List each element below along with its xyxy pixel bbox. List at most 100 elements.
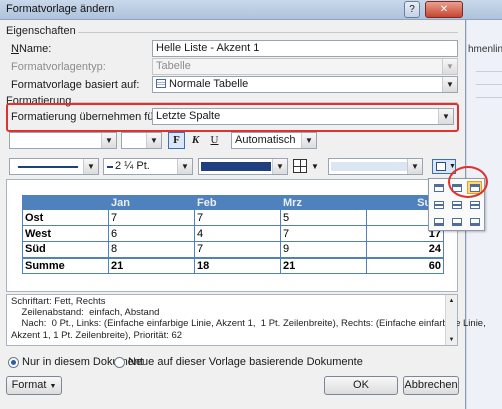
style-type-select[interactable]: Tabelle ▼	[152, 58, 458, 75]
background-panel-text: hmenlinie	[468, 44, 502, 55]
new-documents-label: Neue auf dieser Vorlage basierende Dokum…	[128, 356, 363, 368]
style-type-value: Tabelle	[156, 60, 191, 72]
table-cell: 7	[194, 209, 281, 226]
new-documents-radio[interactable]	[114, 357, 125, 368]
align-bottom-right-button[interactable]	[467, 215, 482, 228]
align-icon	[470, 201, 480, 209]
chevron-down-icon: ▼	[101, 133, 116, 148]
align-middle-center-button[interactable]	[449, 198, 464, 211]
only-document-radio[interactable]	[8, 357, 19, 368]
help-button[interactable]: ?	[404, 1, 420, 18]
header-cell: Mrz	[280, 195, 367, 210]
chevron-down-icon: ▼	[442, 77, 457, 92]
font-color-select[interactable]: Automatisch ▼	[231, 132, 317, 149]
italic-button[interactable]: K	[187, 132, 204, 149]
apply-to-select[interactable]: Letzte Spalte ▼	[152, 108, 454, 125]
line-width-select[interactable]: 2 ¼ Pt. ▼	[103, 158, 193, 175]
table-cell: 24	[366, 241, 444, 258]
background-row	[476, 60, 502, 72]
table-cell: 8	[108, 241, 195, 258]
name-field[interactable]: Helle Liste - Akzent 1	[152, 40, 458, 57]
style-description: Schriftart: Fett, Rechts Zeilenabstand: …	[6, 294, 486, 346]
table-cell: 60	[366, 256, 444, 274]
table-total-row: Summe 21 18 21 60	[22, 256, 444, 274]
align-icon	[434, 184, 444, 192]
chevron-up-icon[interactable]: ▲	[447, 296, 456, 304]
close-button[interactable]: ✕	[425, 1, 463, 18]
align-bottom-left-button[interactable]	[431, 215, 446, 228]
chevron-down-icon: ▼	[49, 383, 57, 390]
format-button[interactable]: Format ▼	[6, 376, 62, 395]
row-label: Summe	[22, 256, 109, 274]
chevron-down-icon[interactable]: ▼	[447, 335, 456, 343]
align-middle-left-button[interactable]	[431, 198, 446, 211]
table-cell: 7	[108, 209, 195, 226]
ok-button[interactable]: OK	[324, 376, 398, 395]
row-label: West	[22, 225, 109, 242]
table-header-row: Jan Feb Mrz Sum	[22, 195, 444, 210]
table-row: Ost 7 7 5	[22, 209, 444, 226]
preview-table: Jan Feb Mrz Sum Ost 7 7 5 West 6 4 7 17 …	[22, 195, 444, 274]
line-style-preview	[18, 166, 78, 168]
align-icon	[452, 201, 462, 209]
based-on-value: Normale Tabelle	[169, 78, 249, 90]
table-icon	[156, 79, 166, 88]
cell-align-icon	[436, 162, 446, 171]
highlight-circle	[448, 166, 488, 198]
table-cell: 5	[280, 209, 367, 226]
font-color-value: Automatisch	[235, 134, 296, 146]
font-size-select[interactable]: ▼	[121, 132, 162, 149]
chevron-down-icon: ▼	[272, 159, 287, 174]
line-width-preview	[107, 166, 113, 168]
window-title: Formatvorlage ändern	[6, 3, 115, 15]
description-line: Schriftart: Fett, Rechts	[11, 296, 106, 307]
align-icon	[434, 201, 444, 209]
format-button-label: Format	[11, 379, 47, 391]
table-cell: 21	[280, 256, 367, 274]
table-row: West 6 4 7 17	[22, 225, 444, 242]
chevron-down-icon: ▼	[438, 109, 453, 124]
based-on-label: Formatvorlage basiert auf:	[11, 79, 140, 91]
chevron-down-icon: ▼	[146, 133, 161, 148]
line-color-swatch	[201, 162, 271, 171]
font-name-select[interactable]: ▼	[9, 132, 117, 149]
align-icon	[470, 218, 480, 226]
description-scrollbar[interactable]: ▲ ▼	[445, 295, 457, 345]
bold-button[interactable]: F	[168, 132, 185, 149]
cancel-button[interactable]: Abbrechen	[403, 376, 459, 395]
header-cell	[22, 195, 109, 210]
table-row: Süd 8 7 9 24	[22, 241, 444, 258]
table-cell: 6	[108, 225, 195, 242]
chevron-down-icon: ▼	[442, 59, 457, 74]
table-cell: 7	[280, 225, 367, 242]
table-cell: 18	[194, 256, 281, 274]
align-middle-right-button[interactable]	[467, 198, 482, 211]
chevron-down-icon[interactable]: ▼	[311, 162, 319, 171]
chevron-down-icon: ▼	[177, 159, 192, 174]
align-icon	[434, 218, 444, 226]
table-cell: 21	[108, 256, 195, 274]
header-cell: Feb	[194, 195, 281, 210]
description-line: Nach: 0 Pt., Links: (Einfache einfarbige…	[11, 318, 486, 330]
shading-swatch	[331, 162, 407, 171]
based-on-select[interactable]: Normale Tabelle ▼	[152, 76, 458, 93]
group-divider	[78, 32, 458, 33]
row-label: Süd	[22, 241, 109, 258]
name-label-text: Name:	[18, 43, 52, 55]
table-cell: 9	[280, 241, 367, 258]
align-top-left-button[interactable]	[431, 181, 446, 194]
name-label: NName:	[11, 43, 52, 55]
line-style-select[interactable]: ▼	[9, 158, 99, 175]
align-bottom-center-button[interactable]	[449, 215, 464, 228]
shading-select[interactable]: ▼	[328, 158, 423, 175]
table-cell: 4	[194, 225, 281, 242]
borders-icon[interactable]	[293, 159, 307, 173]
background-row	[476, 86, 502, 98]
apply-to-label: Formatierung übernehmen für:	[11, 111, 161, 123]
header-cell: Jan	[108, 195, 195, 210]
row-label: Ost	[22, 209, 109, 226]
line-color-select[interactable]: ▼	[198, 158, 288, 175]
style-type-label: Formatvorlagentyp:	[11, 61, 106, 73]
apply-to-value: Letzte Spalte	[156, 110, 221, 122]
underline-button[interactable]: U	[206, 132, 223, 149]
